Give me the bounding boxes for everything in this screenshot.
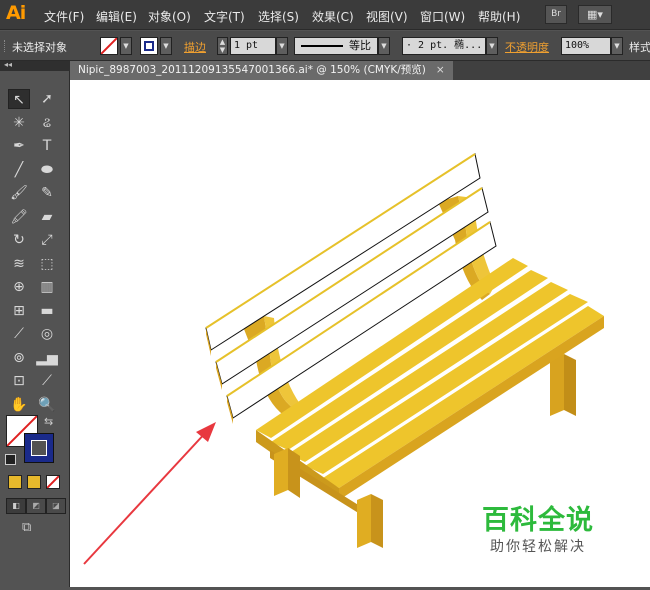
red-arrow — [83, 422, 216, 565]
menu-bar: Ai 文件(F) 编辑(E) 对象(O) 文字(T) 选择(S) 效果(C) 视… — [0, 0, 650, 30]
close-icon[interactable]: × — [436, 64, 445, 76]
pen-tool-icon[interactable]: ✒ — [8, 136, 30, 156]
front-leg-left — [274, 448, 288, 496]
brush-dropdown[interactable]: ▼ — [486, 37, 498, 55]
eyedropper-tool-icon[interactable]: ⟋ — [8, 324, 30, 344]
selection-status: 未选择对象 — [12, 41, 67, 54]
line-tool-icon[interactable]: ╱ — [8, 160, 30, 180]
column-graph-tool-icon[interactable]: ▂▅ — [36, 348, 58, 368]
document-tab[interactable]: Nipic_8987003_20111209135547001366.ai* @… — [70, 61, 453, 80]
stroke-label[interactable]: 描边 — [184, 39, 206, 55]
mesh-tool-icon[interactable]: ⊞ — [8, 301, 30, 321]
menu-help[interactable]: 帮助(H) — [478, 8, 520, 25]
draw-normal-icon[interactable]: ◧ — [6, 498, 26, 514]
fill-swatch[interactable] — [100, 37, 118, 55]
default-colors-icon[interactable] — [5, 454, 16, 465]
gradient-tool-icon[interactable]: ▬ — [36, 301, 58, 321]
graph-tool-icon[interactable]: ▥ — [36, 277, 58, 297]
rotate-tool-icon[interactable]: ↻ — [8, 230, 30, 250]
paintbrush-tool-icon[interactable]: 🖌 — [8, 183, 30, 203]
screen-mode-icon[interactable]: ⧉ — [22, 521, 42, 535]
none-icon — [101, 38, 117, 54]
menu-view[interactable]: 视图(V) — [366, 8, 408, 25]
style-label[interactable]: 样式 — [629, 39, 650, 55]
zoom-tool-icon[interactable]: 🔍 — [36, 395, 58, 415]
stroke-weight-dropdown[interactable]: ▼ — [276, 37, 288, 55]
draw-inside-icon[interactable]: ◪ — [46, 498, 66, 514]
gradient-mode-icon[interactable] — [27, 475, 41, 489]
artboard-canvas[interactable]: 百科全说 助你轻松解决 — [70, 80, 650, 587]
collapse-icon: ◂◂ — [4, 60, 13, 69]
document-title: Nipic_8987003_20111209135547001366.ai* @… — [78, 64, 426, 76]
menu-effect[interactable]: 效果(C) — [312, 8, 354, 25]
hand-tool-icon[interactable]: ✋ — [8, 395, 30, 415]
toolbar-header[interactable]: ◂◂ — [0, 60, 70, 71]
opacity-label[interactable]: 不透明度 — [505, 39, 549, 55]
slice-tool-icon[interactable]: ⟋ — [36, 371, 58, 391]
front-leg-center — [357, 494, 371, 548]
stroke-swatch[interactable] — [140, 37, 158, 55]
opacity-field[interactable]: 100% — [561, 37, 611, 55]
bridge-button[interactable]: Br — [545, 5, 567, 24]
stroke-inner-icon — [31, 440, 47, 456]
brush-definition-select[interactable]: · 2 pt. 椭... — [402, 37, 486, 55]
document-tab-bar: Nipic_8987003_20111209135547001366.ai* @… — [70, 61, 650, 80]
menu-window[interactable]: 窗口(W) — [420, 8, 465, 25]
stroke-profile-dropdown[interactable]: ▼ — [378, 37, 390, 55]
direct-selection-tool-icon[interactable]: ➚ — [36, 89, 58, 109]
stroke-weight-spinner[interactable]: ▲ ▼ — [217, 37, 228, 55]
pencil-tool-icon[interactable]: ✎ — [36, 183, 58, 203]
free-transform-tool-icon[interactable]: ⬚ — [36, 254, 58, 274]
scale-tool-icon[interactable]: ⤢ — [36, 230, 58, 250]
ellipse-tool-icon[interactable]: ⬬ — [36, 160, 58, 180]
stroke-color-icon — [144, 41, 154, 51]
stroke-profile-label: 等比 — [349, 39, 371, 52]
shape-builder-tool-icon[interactable]: ⊕ — [8, 277, 30, 297]
color-mode-icon[interactable] — [8, 475, 22, 489]
watermark-title: 百科全说 — [482, 505, 594, 536]
none-mode-icon[interactable] — [46, 475, 60, 489]
back-leg-right — [550, 354, 564, 416]
swap-colors-icon[interactable]: ⇆ — [44, 415, 53, 428]
watermark-subtitle: 助你轻松解决 — [490, 539, 586, 555]
selection-tool-icon[interactable]: ↖ — [8, 89, 30, 109]
lasso-tool-icon[interactable]: ଌ — [36, 113, 58, 133]
menu-select[interactable]: 选择(S) — [258, 8, 299, 25]
fill-dropdown[interactable]: ▼ — [120, 37, 132, 55]
menu-object[interactable]: 对象(O) — [148, 8, 191, 25]
artboard-tool-icon[interactable]: ⊡ — [8, 371, 30, 391]
menu-file[interactable]: 文件(F) — [44, 8, 84, 25]
magic-wand-tool-icon[interactable]: ✳ — [8, 113, 30, 133]
symbol-sprayer-tool-icon[interactable]: ⊚ — [8, 348, 30, 368]
arrange-documents-button[interactable]: ▦▾ — [578, 5, 612, 24]
app-logo: Ai — [6, 2, 26, 24]
menu-type[interactable]: 文字(T) — [204, 8, 245, 25]
eraser-tool-icon[interactable]: ▰ — [36, 207, 58, 227]
type-tool-icon[interactable]: T — [36, 136, 58, 156]
draw-behind-icon[interactable]: ◩ — [26, 498, 46, 514]
stroke-weight-field[interactable]: 1 pt — [230, 37, 276, 55]
control-bar: 未选择对象 ▼ ▼ 描边 ▲ ▼ 1 pt ▼ 等比 ▼ · 2 pt. 椭...… — [0, 31, 650, 61]
stroke-profile-select[interactable]: 等比 — [294, 37, 378, 55]
blob-brush-tool-icon[interactable]: 🖍 — [8, 207, 30, 227]
tools-panel: ↖ ➚ ✳ ଌ ✒ T ╱ ⬬ 🖌 ✎ 🖍 ▰ ↻ ⤢ ≋ ⬚ ⊕ ▥ ⊞ ▬ ⟋ ◎ ⊚ ▂▅ ⊡ ⟋ ✋ 🔍 ⇆ ◧ ◩ ◪ ⧉ — [0, 71, 70, 587]
blend-tool-icon[interactable]: ◎ — [36, 324, 58, 344]
stroke-color-box[interactable] — [24, 433, 54, 463]
warp-tool-icon[interactable]: ≋ — [8, 254, 30, 274]
panel-grip — [4, 40, 7, 52]
menu-edit[interactable]: 编辑(E) — [96, 8, 137, 25]
opacity-dropdown[interactable]: ▼ — [611, 37, 623, 55]
stroke-dropdown[interactable]: ▼ — [160, 37, 172, 55]
profile-line-icon — [301, 45, 343, 47]
